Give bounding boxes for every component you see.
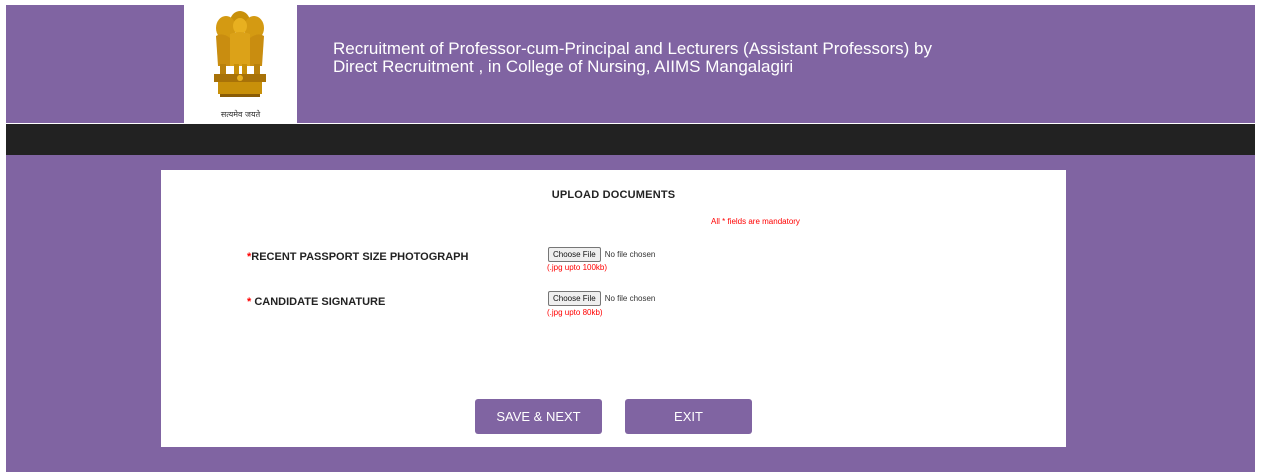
upload-form: UPLOAD DOCUMENTS All * fields are mandat… [161,170,1066,447]
photo-choose-file-button[interactable]: Choose File [548,246,601,262]
signature-choose-file-button[interactable]: Choose File [548,290,601,306]
photo-file-status: No file chosen [604,249,656,259]
header-banner: सत्यमेव जयते Recruitment of Professor-cu… [6,5,1255,123]
signature-file-input[interactable]: Choose File No file chosen [548,290,656,306]
signature-label-text: CANDIDATE SIGNATURE [254,296,386,308]
nav-bar [6,124,1255,155]
photo-label-text: RECENT PASSPORT SIZE PHOTOGRAPH [251,251,469,263]
signature-file-status: No file chosen [604,293,656,303]
title-line-2: Direct Recruitment , in College of Nursi… [333,57,794,76]
national-emblem-icon [214,11,266,97]
photo-hint: (.jpg upto 100kb) [547,263,608,272]
photo-label: *RECENT PASSPORT SIZE PHOTOGRAPH [247,251,468,263]
exit-button[interactable]: EXIT [625,399,752,434]
save-next-button[interactable]: SAVE & NEXT [475,399,602,434]
signature-label: * CANDIDATE SIGNATURE [247,296,385,308]
emblem-logo: सत्यमेव जयते [184,5,297,123]
title-line-1: Recruitment of Professor-cum-Principal a… [333,39,932,58]
signature-hint: (.jpg upto 80kb) [547,308,603,317]
form-heading: UPLOAD DOCUMENTS [551,189,676,201]
photo-file-input[interactable]: Choose File No file chosen [548,246,656,262]
content-background: UPLOAD DOCUMENTS All * fields are mandat… [6,155,1255,472]
page-title: Recruitment of Professor-cum-Principal a… [333,40,1093,76]
mandatory-note: All * fields are mandatory [711,217,800,226]
page: सत्यमेव जयते Recruitment of Professor-cu… [0,0,1261,476]
emblem-motto: सत्यमेव जयते [220,110,261,119]
